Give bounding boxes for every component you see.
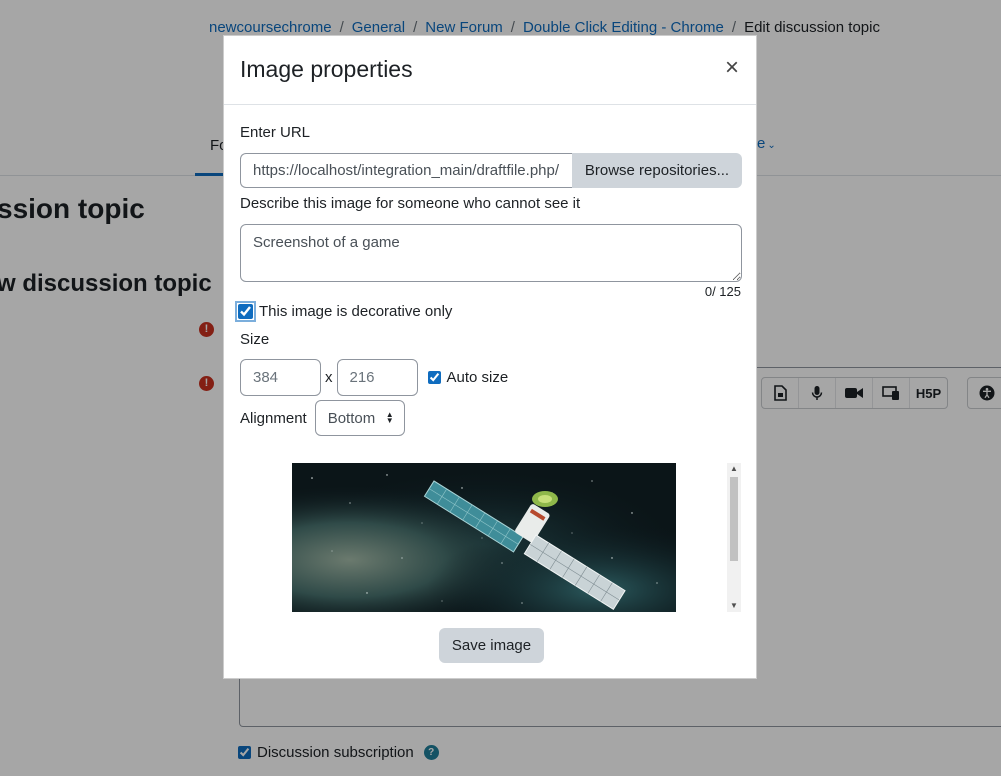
alt-text-input[interactable]: Screenshot of a game bbox=[240, 224, 742, 282]
auto-size-checkbox[interactable] bbox=[427, 371, 441, 384]
scroll-up-icon[interactable]: ▲ bbox=[727, 463, 741, 475]
decorative-option: This image is decorative only bbox=[235, 301, 453, 322]
save-image-button[interactable]: Save image bbox=[439, 628, 544, 663]
size-label: Size bbox=[240, 331, 270, 348]
auto-size-label: Auto size bbox=[446, 369, 509, 386]
width-input[interactable] bbox=[240, 359, 321, 396]
alt-text-label: Describe this image for someone who cann… bbox=[240, 195, 581, 212]
size-row: x Auto size bbox=[240, 359, 508, 396]
preview-scrollbar[interactable]: ▲ ▼ bbox=[727, 463, 741, 612]
decorative-checkbox[interactable] bbox=[235, 301, 256, 322]
image-properties-dialog: Image properties × Enter URL Browse repo… bbox=[223, 35, 757, 679]
height-input[interactable] bbox=[336, 359, 418, 396]
alt-text-counter: 0/ 125 bbox=[704, 284, 741, 299]
alignment-row: Alignment Bottom ▲ ▼ bbox=[240, 400, 405, 436]
satellite-image bbox=[292, 463, 676, 612]
alignment-label: Alignment bbox=[240, 409, 307, 427]
close-icon[interactable]: × bbox=[722, 56, 742, 82]
alignment-select[interactable]: Bottom ▲ ▼ bbox=[314, 400, 405, 436]
size-separator: x bbox=[325, 369, 333, 386]
select-arrows-icon: ▲ ▼ bbox=[385, 410, 394, 425]
modal-header: Image properties × bbox=[224, 36, 756, 105]
browse-repositories-button[interactable]: Browse repositories... bbox=[572, 153, 742, 188]
url-input-group: Browse repositories... bbox=[240, 153, 742, 188]
decorative-label: This image is decorative only bbox=[259, 303, 453, 320]
auto-size-option: Auto size bbox=[427, 369, 509, 386]
image-preview bbox=[292, 463, 676, 612]
scrollbar-thumb[interactable] bbox=[730, 477, 738, 561]
scroll-down-icon[interactable]: ▼ bbox=[727, 600, 741, 612]
modal-title: Image properties bbox=[240, 56, 413, 82]
alignment-value: Bottom bbox=[327, 409, 376, 427]
url-label: Enter URL bbox=[240, 124, 311, 141]
url-input[interactable] bbox=[240, 153, 572, 188]
